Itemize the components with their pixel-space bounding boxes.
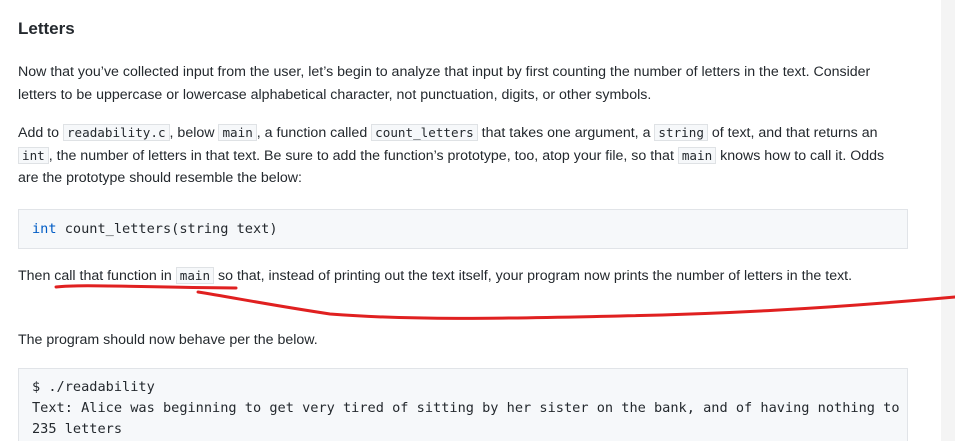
text-span: , the number of letters in that text. Be… bbox=[48, 147, 678, 164]
text-span: of text, and that returns an bbox=[707, 125, 878, 141]
text-span: , a function called bbox=[256, 125, 372, 141]
section-heading: Letters bbox=[18, 19, 75, 38]
text-span: Then call that function in bbox=[18, 268, 176, 284]
paragraph-behavior: The program should now behave per the be… bbox=[18, 332, 318, 348]
paragraph-call-in-main: Then call that function in main so that,… bbox=[18, 265, 908, 288]
inline-code-main: main bbox=[175, 267, 215, 284]
text-span: that takes one argument, a bbox=[477, 125, 655, 141]
annotation-stroke bbox=[196, 290, 955, 320]
terminal-line-input: Text: Alice was beginning to get very ti… bbox=[32, 400, 908, 416]
inline-code-main: main bbox=[677, 146, 717, 164]
text-span: so that, instead of printing out the tex… bbox=[214, 268, 853, 284]
terminal-line-command: $ ./readability bbox=[32, 379, 155, 395]
terminal-line-output: 235 letters bbox=[32, 421, 123, 437]
inline-code-string: string bbox=[654, 124, 708, 141]
text-span: , below bbox=[169, 125, 219, 141]
code-text: count_letters(string text) bbox=[56, 221, 278, 237]
inline-code-int: int bbox=[18, 146, 49, 164]
scrollbar-track[interactable] bbox=[941, 0, 955, 441]
inline-code-filename: readability.c bbox=[62, 124, 170, 141]
text-span: Add to bbox=[18, 125, 63, 141]
inline-code-main: main bbox=[218, 124, 257, 141]
code-block-prototype: int count_letters(string text) bbox=[18, 209, 908, 249]
code-keyword: int bbox=[32, 221, 57, 237]
inline-code-function-name: count_letters bbox=[371, 124, 478, 141]
code-block-terminal: $ ./readability Text: Alice was beginning… bbox=[18, 368, 908, 441]
paragraph-instructions: Add to readability.c, below main, a func… bbox=[18, 122, 908, 190]
paragraph-intro: Now that you’ve collected input from the… bbox=[18, 64, 871, 103]
